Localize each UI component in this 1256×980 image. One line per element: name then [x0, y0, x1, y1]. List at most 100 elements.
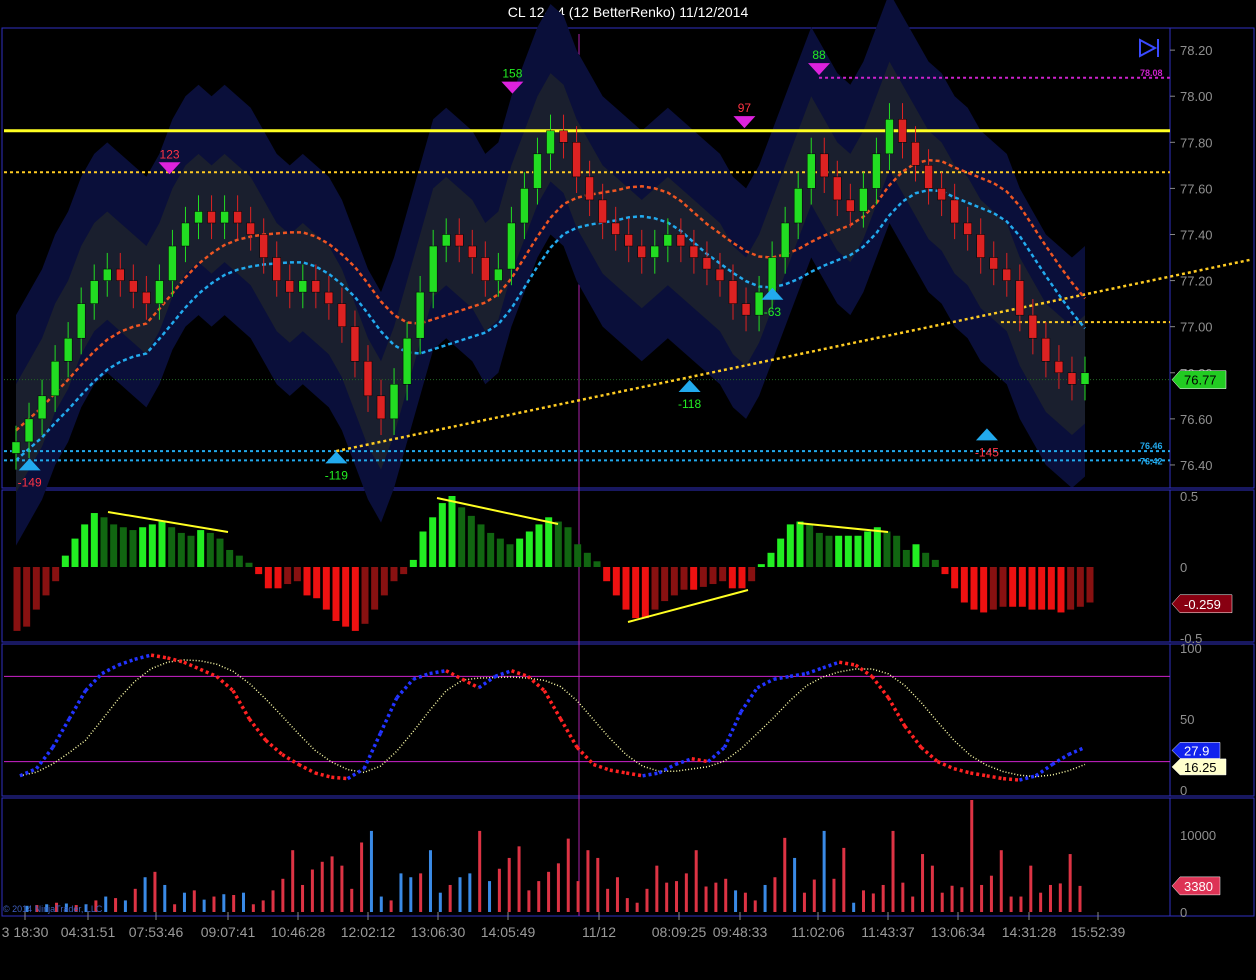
volume-bar — [202, 899, 206, 912]
volume-bar — [861, 890, 865, 912]
volume-bar — [242, 892, 246, 912]
histogram-bar — [854, 535, 862, 567]
candle-body — [168, 245, 177, 281]
candle-body — [715, 268, 725, 281]
stochastic-k-segment — [1034, 763, 1054, 778]
stochastic-k-segment — [331, 775, 348, 781]
stochastic-k-segment — [953, 767, 971, 775]
price-tick-label: 77.00 — [1180, 320, 1213, 335]
histogram-bar — [612, 567, 620, 596]
histogram-bar — [71, 538, 79, 567]
volume-bar — [989, 875, 993, 912]
stochastic-k-segment — [870, 675, 890, 699]
stochastic-k-segment — [822, 660, 840, 670]
histogram-bar — [177, 532, 185, 567]
volume-bar — [438, 892, 442, 912]
swing-high-label: 123 — [160, 147, 180, 161]
swing-low-label: -63 — [764, 305, 782, 319]
price-tag: 76.42 — [1140, 456, 1163, 466]
histogram-bar — [757, 564, 765, 567]
volume-bar — [793, 857, 797, 912]
volume-bar — [330, 856, 334, 912]
histogram-bar — [274, 567, 282, 589]
histogram-bar — [235, 555, 243, 567]
stochastic-k-segment — [247, 717, 268, 742]
candle-body — [1067, 372, 1077, 385]
candle-body — [780, 222, 790, 258]
histogram-bar — [1047, 567, 1055, 610]
candle-body — [129, 280, 138, 293]
stochastic-k-segment — [1002, 776, 1020, 782]
swing-low-marker — [975, 428, 998, 441]
histogram-bar — [651, 567, 659, 610]
candle-body — [363, 360, 373, 397]
candle-body — [937, 188, 946, 201]
histogram-bar — [815, 532, 823, 567]
stochastic-k-segment — [19, 767, 38, 778]
chart-canvas[interactable]: -149 123 -119 158 -118 97 -63 88 -145 78.20 78.00 7… — [0, 0, 1256, 980]
volume-bar — [261, 900, 265, 912]
candle-body — [285, 280, 295, 293]
candle-body — [1028, 314, 1038, 339]
candle-body — [37, 395, 47, 420]
candle-body — [1041, 337, 1051, 362]
volume-bar — [635, 902, 639, 912]
histogram-bar — [487, 532, 495, 567]
histogram-bar — [960, 567, 968, 603]
candle-body — [1080, 372, 1090, 385]
price-tick-label: 78.00 — [1180, 89, 1213, 104]
stochastic-k-segment — [658, 762, 677, 775]
histogram-bar — [902, 549, 910, 567]
candle-body — [376, 395, 386, 420]
volume-bar — [104, 896, 108, 912]
volume-bar — [1078, 885, 1082, 912]
histogram-bar — [1057, 567, 1065, 613]
copyright-text: © 2014 NinjaTrader, LLC — [3, 904, 103, 914]
stochastic-k-segment — [281, 753, 300, 766]
candle-body — [24, 418, 34, 443]
volume-bar — [675, 881, 679, 912]
candle-body — [911, 142, 920, 166]
time-tick-label: 11/12 — [582, 924, 616, 940]
candle-body — [246, 222, 255, 235]
stochastic-k-segment — [199, 667, 218, 679]
scroll-to-end-icon[interactable] — [1139, 38, 1159, 58]
volume-bar — [724, 878, 728, 912]
candle-body — [546, 130, 555, 155]
histogram-bar — [525, 531, 533, 567]
candle-body — [220, 211, 229, 224]
volume-bar — [212, 896, 216, 912]
volume-bar — [694, 850, 698, 912]
price-tick-label: 76.40 — [1180, 458, 1213, 473]
volume-bar — [271, 890, 275, 912]
candle-body — [728, 280, 738, 304]
oscillator-last-value: -0.259 — [1184, 597, 1221, 612]
volume-bar — [753, 900, 757, 912]
swing-high-label: 88 — [812, 48, 826, 62]
volume-bar — [232, 895, 236, 912]
time-tick-label: 14:05:49 — [481, 924, 536, 940]
candle-body — [754, 291, 764, 316]
histogram-bar — [941, 567, 949, 575]
price-tick-label: 76.60 — [1180, 412, 1213, 427]
volume-bar — [734, 890, 738, 912]
candle-body — [311, 280, 321, 293]
candle-body — [793, 188, 803, 224]
candle-body — [194, 211, 203, 224]
histogram-bar — [255, 567, 263, 575]
volume-bar — [606, 888, 610, 912]
histogram-bar — [390, 567, 398, 582]
candle-body — [50, 360, 60, 397]
histogram-bar — [506, 544, 514, 567]
candle-body — [598, 199, 607, 224]
histogram-bar — [844, 535, 852, 567]
volume-bar — [517, 846, 521, 912]
histogram-bar — [593, 561, 601, 567]
stochastic-k-segment — [150, 653, 168, 660]
price-pane: -149 123 -119 158 -118 97 -63 88 -145 78.20 78.00 7… — [4, 0, 1251, 546]
histogram-bar — [690, 567, 698, 590]
time-tick-label: 14:31:28 — [1002, 924, 1057, 940]
time-tick-label: 10:46:28 — [271, 924, 326, 940]
candle-body — [533, 153, 542, 189]
candle-body — [415, 291, 425, 339]
